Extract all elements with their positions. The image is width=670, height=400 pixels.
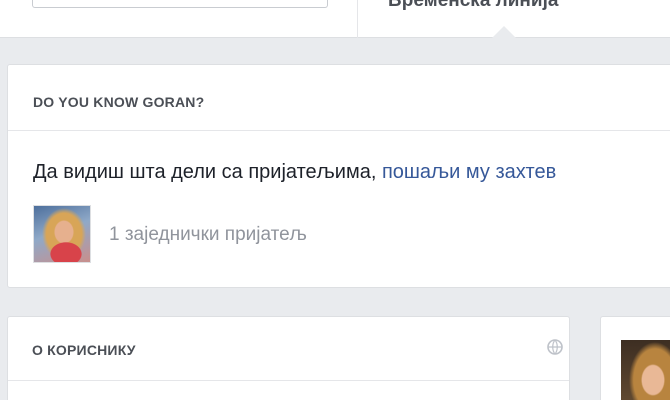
active-tab-indicator xyxy=(492,26,516,38)
about-card: О КОРИСНИКУ xyxy=(7,316,570,400)
send-friend-request-link[interactable]: пошаљи му захтев xyxy=(382,161,556,183)
mutual-friend-avatar[interactable] xyxy=(33,205,91,263)
search-input[interactable] xyxy=(32,0,328,8)
mutual-friends-link[interactable]: 1 заједнички пријатељ xyxy=(109,224,307,246)
do-you-know-header: DO YOU KNOW GORAN? xyxy=(8,65,670,131)
photos-card xyxy=(600,316,670,400)
globe-icon xyxy=(547,339,563,355)
profile-nav-bar: Временска линија xyxy=(0,0,670,38)
do-you-know-card: DO YOU KNOW GORAN? Да видиш шта дели са … xyxy=(7,64,670,288)
do-you-know-title: DO YOU KNOW GORAN? xyxy=(33,94,205,110)
photo-thumbnail[interactable] xyxy=(621,340,670,400)
about-title: О КОРИСНИКУ xyxy=(32,342,136,358)
friend-request-prompt-text: Да видиш шта дели са пријатељима, xyxy=(33,161,382,183)
tab-divider xyxy=(357,0,358,38)
tab-timeline[interactable]: Временска линија xyxy=(388,0,558,12)
friend-request-prompt: Да видиш шта дели са пријатељима, пошаљи… xyxy=(33,161,556,184)
about-header: О КОРИСНИКУ xyxy=(8,317,569,381)
